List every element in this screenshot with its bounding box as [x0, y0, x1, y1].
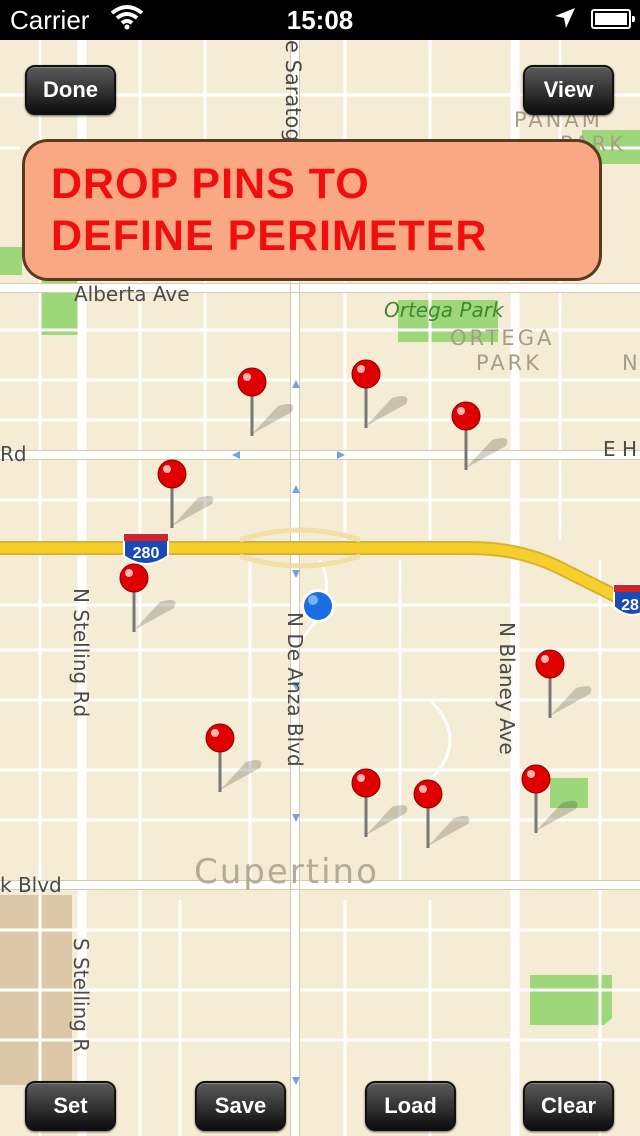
banner-line-1: DROP PINS TO — [51, 160, 370, 208]
svg-text:280: 280 — [133, 545, 160, 562]
done-button[interactable]: Done — [25, 65, 116, 115]
banner-line-2: DEFINE PERIMETER — [51, 212, 488, 260]
map-pin[interactable] — [535, 649, 592, 718]
street-label-n-stelling: N Stelling Rd — [69, 588, 93, 717]
district-label-ortega: ORTEGA — [450, 326, 554, 350]
street-label-n-blaney: N Blaney Ave — [495, 622, 519, 755]
map-pin[interactable] — [205, 723, 262, 792]
battery-icon — [591, 9, 635, 29]
load-button[interactable]: Load — [365, 1081, 456, 1131]
map-pin[interactable] — [351, 359, 408, 428]
clock-label: 15:08 — [286, 5, 354, 35]
district-label-n: N — [622, 351, 638, 375]
set-button[interactable]: Set — [25, 1081, 116, 1131]
map-pin[interactable] — [413, 779, 470, 848]
save-button[interactable]: Save — [195, 1081, 286, 1131]
street-label-e-h: E H — [603, 437, 637, 461]
street-label-rd: Rd — [0, 442, 27, 466]
instruction-banner: DROP PINS TO DEFINE PERIMETER — [22, 139, 602, 281]
park-label-ortega: Ortega Park — [384, 298, 505, 322]
status-bar: Carrier 15:08 — [0, 0, 640, 40]
district-label-ortega-park: PARK — [476, 351, 542, 375]
location-arrow-icon — [553, 6, 577, 37]
street-label-k-blvd: k Blvd — [0, 873, 62, 897]
map-pin[interactable] — [119, 563, 176, 632]
street-label-alberta: Alberta Ave — [74, 282, 190, 306]
street-label-n-de-anza: N De Anza Blvd — [283, 612, 307, 767]
svg-text:28: 28 — [621, 597, 639, 614]
interstate-280-shield-right: 28 — [613, 584, 640, 616]
user-location-dot — [301, 589, 335, 623]
interstate-280-shield: 280 — [123, 533, 169, 565]
city-label-cupertino: Cupertino — [194, 852, 379, 892]
clear-button[interactable]: Clear — [523, 1081, 614, 1131]
map-pin[interactable] — [237, 367, 294, 436]
street-label-s-stelling: S Stelling R — [69, 938, 93, 1052]
view-button[interactable]: View — [523, 65, 614, 115]
street-label-saratoga: e Saratog — [281, 40, 305, 142]
